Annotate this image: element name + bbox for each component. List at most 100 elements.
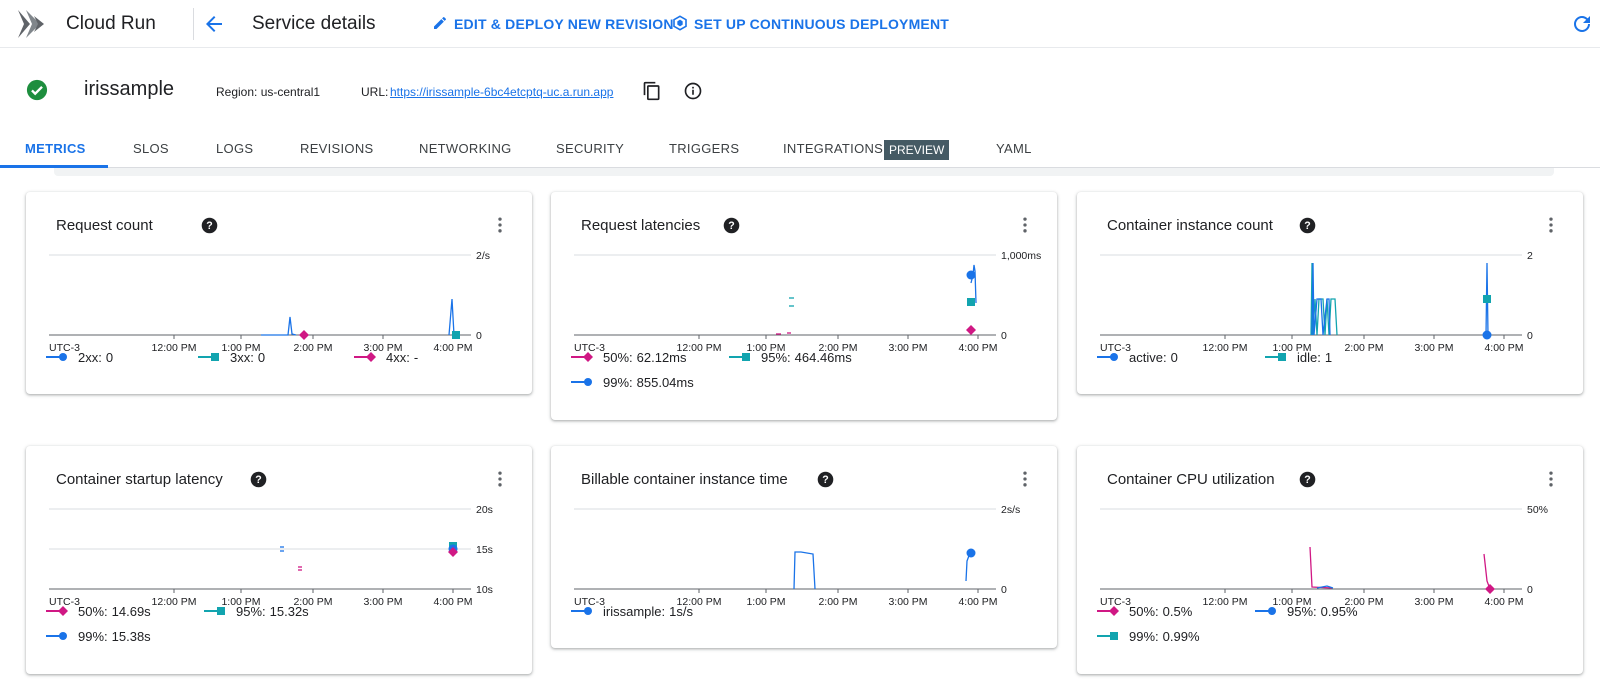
x-tick-label: 3:00 PM bbox=[1414, 342, 1453, 352]
y-tick-label: 2/s bbox=[476, 250, 490, 262]
y-tick-label: 20s bbox=[476, 504, 493, 516]
tab-yaml[interactable]: YAML bbox=[996, 131, 1032, 168]
x-tick-label: 4:00 PM bbox=[1484, 596, 1523, 606]
chart: 20UTC-3 12:00 PM 1:00 PM 2:00 PM 3:00 PM 4:00… bbox=[1100, 250, 1533, 352]
edit-deploy-button[interactable]: EDIT & DEPLOY NEW REVISION bbox=[432, 13, 674, 35]
info-icon[interactable] bbox=[683, 81, 703, 101]
series-marker-50 bbox=[966, 325, 976, 335]
service-url-label: URL: bbox=[361, 85, 389, 99]
legend-item[interactable]: 50%: 0.5% bbox=[1097, 604, 1192, 619]
legend-label: 50%: bbox=[1129, 604, 1159, 619]
legend-value: - bbox=[413, 350, 419, 365]
legend-value: 1s/s bbox=[669, 604, 693, 619]
tab-revisions[interactable]: REVISIONS bbox=[300, 131, 374, 168]
tab-integrations[interactable]: INTEGRATIONS bbox=[783, 131, 883, 168]
chart: 50%0UTC-3 12:00 PM 1:00 PM 2:00 PM 3:00 PM 4:… bbox=[1100, 504, 1548, 606]
x-tick-label: 2:00 PM bbox=[818, 596, 857, 606]
legend-value: 15.38s bbox=[111, 629, 151, 644]
legend-item[interactable]: 99%: 0.99% bbox=[1097, 629, 1200, 644]
legend-value: 62.12ms bbox=[636, 350, 687, 365]
service-url-link[interactable]: https://irissample-6bc4etcptq-uc.a.run.a… bbox=[390, 85, 613, 99]
legend-swatch-icon bbox=[571, 350, 595, 365]
cpu-utilization-card: Container CPU utilization? 50% 0 UTC-3 12:00… bbox=[1077, 446, 1583, 674]
y-tick-label: 0 bbox=[1001, 584, 1007, 596]
refresh-icon[interactable] bbox=[1570, 12, 1594, 36]
legend-swatch-icon bbox=[1097, 629, 1121, 644]
legend-swatch-icon bbox=[198, 350, 222, 365]
y-tick-label: 1,000ms bbox=[1001, 250, 1041, 262]
legend-swatch-icon bbox=[1265, 350, 1289, 365]
back-arrow-icon[interactable] bbox=[202, 12, 226, 36]
series-marker-99 bbox=[966, 270, 976, 280]
series-marker-95 bbox=[967, 298, 975, 306]
y-tick-label: 0 bbox=[1527, 584, 1533, 596]
legend-item[interactable]: 3xx: 0 bbox=[198, 350, 265, 365]
legend-value: 1 bbox=[1324, 350, 1333, 365]
y-tick-label: 0 bbox=[1001, 330, 1007, 342]
legend-value: 0.95% bbox=[1320, 604, 1358, 619]
billable-instance-time-card: Billable container instance time? 2s/s 0 UT… bbox=[551, 446, 1057, 648]
y-tick-label: 10s bbox=[476, 584, 493, 596]
page-title: Service details bbox=[252, 13, 376, 34]
tab-security[interactable]: SECURITY bbox=[556, 131, 624, 168]
legend-label: 95%: bbox=[761, 350, 791, 365]
tab-metrics[interactable]: METRICS bbox=[25, 131, 86, 168]
legend-label: 99%: bbox=[1129, 629, 1159, 644]
legend-item[interactable]: 99%: 15.38s bbox=[46, 629, 151, 644]
continuous-deployment-button[interactable]: SET UP CONTINUOUS DEPLOYMENT bbox=[672, 13, 949, 35]
legend-item[interactable]: idle: 1 bbox=[1265, 350, 1332, 365]
legend-value: 14.69s bbox=[111, 604, 151, 619]
tab-logs[interactable]: LOGS bbox=[216, 131, 253, 168]
legend-swatch-icon bbox=[354, 350, 378, 365]
edit-deploy-label: EDIT & DEPLOY NEW REVISION bbox=[454, 16, 674, 32]
legend-label: 95%: bbox=[236, 604, 266, 619]
x-tick-label: 4:00 PM bbox=[1484, 342, 1523, 352]
x-tick-label: 3:00 PM bbox=[888, 342, 927, 352]
y-tick-label: 0 bbox=[476, 330, 482, 342]
legend-item[interactable]: 95%: 15.32s bbox=[204, 604, 309, 619]
legend-value: 464.46ms bbox=[794, 350, 852, 365]
tab-slos[interactable]: SLOS bbox=[133, 131, 169, 168]
legend-swatch-icon bbox=[46, 350, 70, 365]
container-instance-count-card: Container instance count? 2 0 UTC-3 12:00 PM… bbox=[1077, 192, 1583, 394]
legend-item[interactable]: irissample: 1s/s bbox=[571, 604, 693, 619]
request-latencies-card: Request latencies? 1,000ms 0 UTC-3 12:00 PM 1… bbox=[551, 192, 1057, 420]
series-marker-idle bbox=[1483, 295, 1491, 303]
x-tick-label: 2:00 PM bbox=[1344, 342, 1383, 352]
legend-value: 0.99% bbox=[1162, 629, 1200, 644]
tab-triggers[interactable]: TRIGGERS bbox=[669, 131, 739, 168]
x-tick-label: 12:00 PM bbox=[152, 342, 197, 352]
series-line-50 bbox=[1483, 553, 1491, 590]
legend-label: 2xx: bbox=[78, 350, 102, 365]
y-tick-label: 15s bbox=[476, 544, 493, 556]
legend-swatch-icon bbox=[46, 629, 70, 644]
chart: 1,000ms0UTC-3 12:00 PM 1:00 PM 2:00 PM 3:00 … bbox=[574, 250, 1041, 352]
tab-networking[interactable]: NETWORKING bbox=[419, 131, 512, 168]
legend-item[interactable]: 99%: 855.04ms bbox=[571, 375, 694, 390]
legend-item[interactable]: 95%: 0.95% bbox=[1255, 604, 1358, 619]
x-tick-label: 3:00 PM bbox=[1414, 596, 1453, 606]
copy-icon[interactable] bbox=[642, 81, 662, 101]
legend-swatch-icon bbox=[1097, 350, 1121, 365]
preview-badge: PREVIEW bbox=[884, 140, 950, 160]
continuous-deployment-label: SET UP CONTINUOUS DEPLOYMENT bbox=[694, 16, 950, 32]
series-marker-4xx bbox=[299, 330, 309, 340]
legend-item[interactable]: 50%: 14.69s bbox=[46, 604, 151, 619]
legend-value: 0.5% bbox=[1162, 604, 1193, 619]
status-ok-icon bbox=[26, 79, 48, 106]
x-tick-label: 4:00 PM bbox=[958, 596, 997, 606]
x-tick-label: 1:00 PM bbox=[746, 596, 785, 606]
legend-label: 50%: bbox=[603, 350, 633, 365]
legend-item[interactable]: active: 0 bbox=[1097, 350, 1178, 365]
cloud-run-logo-icon bbox=[16, 8, 50, 45]
legend-label: 99%: bbox=[603, 375, 633, 390]
series-marker-active bbox=[1482, 330, 1492, 340]
service-url[interactable]: https://irissample-6bc4etcptq-uc.a.run.a… bbox=[390, 85, 613, 99]
legend-item[interactable]: 4xx: - bbox=[354, 350, 418, 365]
x-tick-label: 4:00 PM bbox=[958, 342, 997, 352]
chart: 2/s0UTC-3 12:00 PM 1:00 PM 2:00 PM 3:00 PM 4:… bbox=[49, 250, 490, 352]
legend-item[interactable]: 95%: 464.46ms bbox=[729, 350, 852, 365]
x-tick-label: 2:00 PM bbox=[293, 342, 332, 352]
legend-item[interactable]: 2xx: 0 bbox=[46, 350, 113, 365]
legend-item[interactable]: 50%: 62.12ms bbox=[571, 350, 687, 365]
